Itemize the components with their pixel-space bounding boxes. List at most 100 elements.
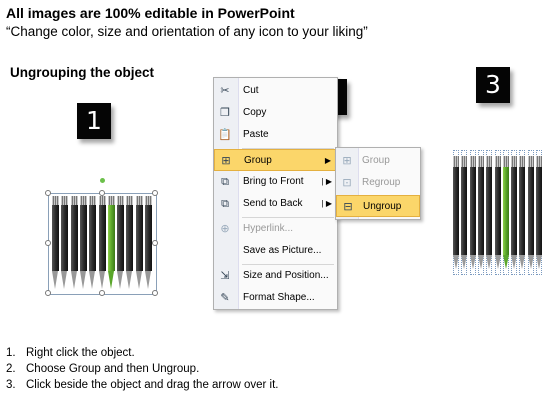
menu-item-label: Cut <box>243 85 259 96</box>
pencil-ferrule <box>89 196 97 205</box>
pencil-shape[interactable] <box>61 196 69 289</box>
pencil-tip <box>61 271 68 289</box>
submenu-item-ungroup[interactable]: ⊟ Ungroup <box>336 195 420 217</box>
pencil-tip <box>502 255 509 269</box>
pencil-body <box>519 167 526 255</box>
pencil-ferrule <box>527 156 534 167</box>
menu-item-bring-to-front[interactable]: ⧉ Bring to Front | ▶ <box>214 171 337 193</box>
instruction-item: 3. Click beside the object and drag the a… <box>6 377 279 393</box>
pencil-shape[interactable] <box>519 156 526 269</box>
pencil-shape[interactable] <box>469 156 476 269</box>
resize-handle[interactable] <box>152 190 158 196</box>
resize-handle[interactable] <box>152 290 158 296</box>
resize-handle[interactable] <box>99 290 105 296</box>
pencil-ferrule <box>107 196 115 205</box>
resize-handle[interactable] <box>45 190 51 196</box>
pencil-shape[interactable] <box>126 196 134 289</box>
pencil-tip <box>89 271 96 289</box>
pencil-shape[interactable] <box>107 196 115 289</box>
menu-item-label: Bring to Front <box>243 176 304 187</box>
pencil-ferrule <box>486 156 493 167</box>
pencil-body <box>461 167 468 255</box>
instruction-text: Choose Group and then Ungroup. <box>26 363 200 375</box>
instruction-text: Right click the object. <box>26 347 135 359</box>
pencil-ferrule <box>145 196 152 205</box>
pencil-shape[interactable] <box>89 196 97 289</box>
pencil-ferrule <box>461 156 468 167</box>
menu-item-paste[interactable]: 📋 Paste <box>214 124 337 146</box>
size-position-icon: ⇲ <box>220 270 230 282</box>
pencil-tip <box>135 271 142 289</box>
menu-item-send-to-back[interactable]: ⧉ Send to Back | ▶ <box>214 193 337 215</box>
pencil-body <box>98 205 106 271</box>
pencil-body <box>107 205 115 271</box>
menu-item-group[interactable]: ⊞ Group ▶ <box>214 149 337 171</box>
resize-handle[interactable] <box>45 290 51 296</box>
pencil-group-ungrouped[interactable] <box>451 150 544 275</box>
pencil-body <box>145 205 152 271</box>
resize-handle[interactable] <box>45 240 51 246</box>
pencil-shape[interactable] <box>135 196 143 289</box>
menu-item-save-as-picture[interactable]: Save as Picture... <box>214 240 337 262</box>
pencil-body <box>469 167 476 255</box>
pencil-body <box>527 167 534 255</box>
pencil-shape[interactable] <box>79 196 87 289</box>
pencil-body <box>511 167 518 255</box>
pencil-body <box>52 205 59 271</box>
pencil-shape[interactable] <box>536 156 542 269</box>
pencil-ferrule <box>536 156 542 167</box>
pencil-shape[interactable] <box>98 196 106 289</box>
instructions-list: 1. Right click the object. 2. Choose Group… <box>6 345 279 393</box>
pencil-shape[interactable] <box>453 156 459 269</box>
pencil-ferrule <box>79 196 87 205</box>
pencil-tip <box>511 255 518 269</box>
rotate-handle[interactable] <box>100 178 105 183</box>
pencil-ferrule <box>52 196 59 205</box>
page-title: All images are 100% editable in PowerPoi… <box>6 5 295 21</box>
pencil-shape[interactable] <box>502 156 509 269</box>
pencil-ferrule <box>511 156 518 167</box>
pencil-shape[interactable] <box>486 156 493 269</box>
pencil-shape[interactable] <box>52 196 59 289</box>
menu-item-format-shape[interactable]: ✎ Format Shape... <box>214 287 337 309</box>
pencil-tip <box>477 255 484 269</box>
pencil-tip <box>79 271 86 289</box>
menu-item-label: Paste <box>243 129 269 140</box>
pencil-tip <box>469 255 476 269</box>
menu-item-size-and-position[interactable]: ⇲ Size and Position... <box>214 265 337 287</box>
pencil-shape[interactable] <box>461 156 468 269</box>
menu-item-cut[interactable]: ✂ Cut <box>214 80 337 102</box>
instruction-number: 3. <box>6 379 16 391</box>
pencil-shape[interactable] <box>477 156 484 269</box>
pencil-ferrule <box>494 156 501 167</box>
menu-item-label: Save as Picture... <box>243 245 322 256</box>
pencil-shape[interactable] <box>117 196 125 289</box>
bring-front-icon: ⧉ <box>221 176 229 188</box>
menu-item-label: Size and Position... <box>243 270 329 281</box>
pencil-body <box>135 205 143 271</box>
pencil-shape[interactable] <box>70 196 78 289</box>
pencil-tip <box>126 271 133 289</box>
submenu-item-regroup: ⊡ Regroup <box>336 172 420 194</box>
ungroup-icon: ⊟ <box>343 201 353 213</box>
menu-item-label: Group <box>362 155 390 166</box>
menu-item-label: Hyperlink... <box>243 223 294 234</box>
pencil-tip <box>117 271 124 289</box>
menu-item-label: Regroup <box>362 177 401 188</box>
pencil-shape[interactable] <box>511 156 518 269</box>
menu-item-label: Group <box>244 155 272 166</box>
pencil-group-selected[interactable] <box>45 178 158 298</box>
pencil-body <box>494 167 501 255</box>
submenu-arrow-icon: | ▶ <box>321 199 332 208</box>
pencil-shape[interactable] <box>494 156 501 269</box>
menu-item-label: Copy <box>243 107 267 118</box>
pencil-shape[interactable] <box>527 156 534 269</box>
pencil-shape[interactable] <box>145 196 152 289</box>
page-subtitle: “Change color, size and orientation of a… <box>6 24 368 39</box>
group-icon: ⊞ <box>342 155 352 167</box>
pencil-tip <box>107 271 114 289</box>
pencil-body <box>502 167 509 255</box>
menu-item-copy[interactable]: ❐ Copy <box>214 102 337 124</box>
pencil-body <box>89 205 97 271</box>
resize-handle[interactable] <box>152 240 158 246</box>
